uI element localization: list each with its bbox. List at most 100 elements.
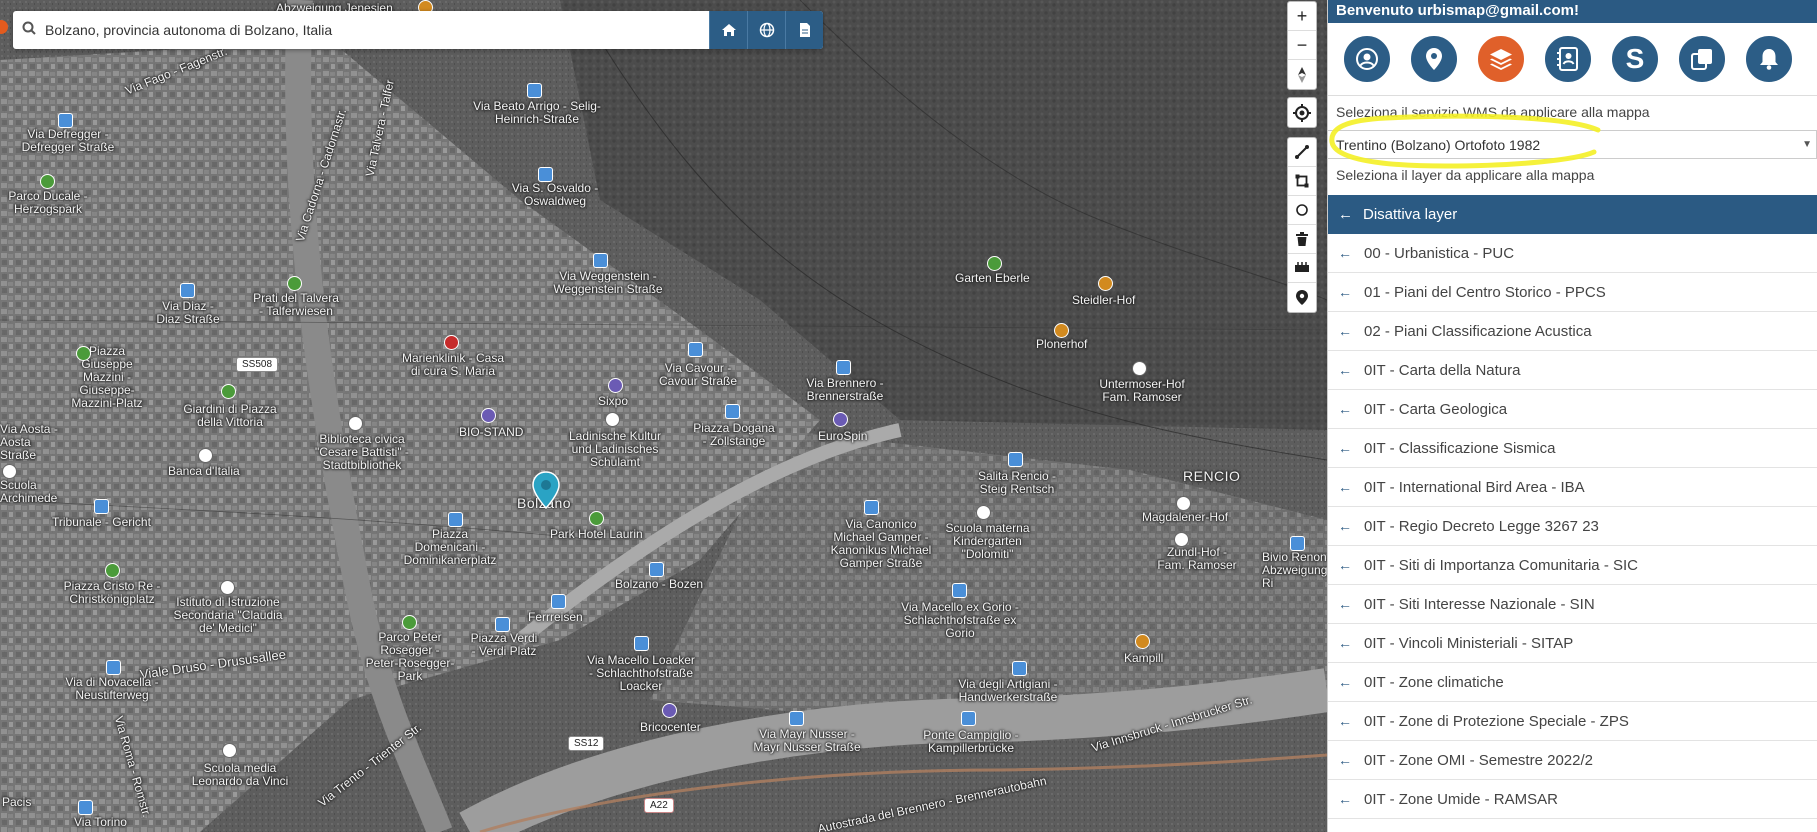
bus-stop-icon[interactable] xyxy=(725,404,740,419)
bank-icon[interactable] xyxy=(198,448,213,463)
layers-button[interactable] xyxy=(1476,34,1526,84)
shop-icon[interactable] xyxy=(608,378,623,393)
copy-button[interactable] xyxy=(1677,34,1727,84)
bus-stop-icon[interactable] xyxy=(961,711,976,726)
bus-stop-icon[interactable] xyxy=(634,636,649,651)
park-icon[interactable] xyxy=(76,346,91,361)
shop-icon[interactable] xyxy=(833,412,848,427)
garden-icon[interactable] xyxy=(987,256,1002,271)
culture-icon[interactable] xyxy=(605,412,620,427)
globe-button[interactable] xyxy=(747,11,785,49)
school-icon[interactable] xyxy=(976,505,991,520)
library-icon[interactable] xyxy=(348,416,363,431)
school-icon[interactable] xyxy=(2,464,17,479)
draw-polygon-button[interactable] xyxy=(1288,167,1316,196)
geolocate-control xyxy=(1287,97,1317,128)
layer-item[interactable]: ← 0IT - Classificazione Sismica xyxy=(1328,429,1817,468)
farm-icon[interactable] xyxy=(1176,496,1191,511)
search-input[interactable] xyxy=(45,11,709,49)
bus-stop-icon[interactable] xyxy=(551,594,566,609)
park-icon[interactable] xyxy=(105,563,120,578)
arrow-left-icon: ← xyxy=(1338,674,1352,690)
bus-stop-icon[interactable] xyxy=(495,617,510,632)
park-icon[interactable] xyxy=(221,384,236,399)
school-icon[interactable] xyxy=(222,743,237,758)
layer-item[interactable]: ← 0IT - Siti di Importanza Comunitaria - … xyxy=(1328,546,1817,585)
zoom-out-button[interactable]: − xyxy=(1288,31,1316,60)
document-button[interactable] xyxy=(785,11,823,49)
pricing-button[interactable]: S xyxy=(1610,34,1660,84)
shop-icon[interactable] xyxy=(481,408,496,423)
layer-item[interactable]: ← 02 - Piani Classificazione Acustica xyxy=(1328,312,1817,351)
hotel-icon[interactable] xyxy=(589,511,604,526)
bus-stop-icon[interactable] xyxy=(836,360,851,375)
bus-stop-icon[interactable] xyxy=(78,800,93,815)
map-canvas[interactable]: Abzweigung Jenesien Via Fago - Fagenstr.… xyxy=(0,0,1327,832)
bus-stop-icon[interactable] xyxy=(448,512,463,527)
bus-stop-icon[interactable] xyxy=(864,500,879,515)
park-icon[interactable] xyxy=(287,276,302,291)
park-icon[interactable] xyxy=(40,174,55,189)
location-marker-icon[interactable] xyxy=(531,470,561,510)
layer-item[interactable]: ← 0IT - Carta della Natura xyxy=(1328,351,1817,390)
layer-item[interactable]: ← 0IT - Carta Geologica xyxy=(1328,390,1817,429)
notifications-button[interactable] xyxy=(1744,34,1794,84)
shop-icon[interactable] xyxy=(662,703,677,718)
bus-stop-icon[interactable] xyxy=(538,167,553,182)
bus-stop-icon[interactable] xyxy=(688,342,703,357)
wms-service-select[interactable]: Trentino (Bolzano) Ortofoto 1982 ▼ xyxy=(1328,130,1817,159)
side-panel: Benvenuto urbismap@gmail.com! S Selezion… xyxy=(1327,0,1817,832)
dollar-s-icon: S xyxy=(1625,43,1645,74)
bus-stop-icon[interactable] xyxy=(1012,661,1027,676)
delete-button[interactable] xyxy=(1288,225,1316,254)
restaurant-icon[interactable] xyxy=(1098,276,1113,291)
layer-item[interactable]: ← 0IT - Zone Umide - RAMSAR xyxy=(1328,780,1817,819)
farm-icon[interactable] xyxy=(1174,532,1189,547)
layer-item[interactable]: ← 0IT - Vincoli Ministeriali - SITAP xyxy=(1328,624,1817,663)
layer-item[interactable]: ← 0IT - Regio Decreto Legge 3267 23 xyxy=(1328,507,1817,546)
layer-item[interactable]: ← 0IT - Zone di Protezione Speciale - ZPS xyxy=(1328,702,1817,741)
park-icon[interactable] xyxy=(402,615,417,630)
bus-stop-icon[interactable] xyxy=(1290,536,1305,551)
map-label: EuroSpin xyxy=(818,429,868,443)
geolocate-button[interactable] xyxy=(1288,98,1316,127)
search-bar[interactable] xyxy=(13,11,823,49)
bus-stop-icon[interactable] xyxy=(593,253,608,268)
bus-stop-icon[interactable] xyxy=(649,562,664,577)
bus-stop-icon[interactable] xyxy=(180,283,195,298)
bus-stop-icon[interactable] xyxy=(58,113,73,128)
home-button[interactable] xyxy=(709,11,747,49)
layer-item[interactable]: ← 0IT - International Bird Area - IBA xyxy=(1328,468,1817,507)
ruler-button[interactable] xyxy=(1288,254,1316,283)
layer-item[interactable]: ← 0IT - Siti Interesse Nazionale - SIN xyxy=(1328,585,1817,624)
school-icon[interactable] xyxy=(220,580,235,595)
contacts-button[interactable] xyxy=(1543,34,1593,84)
layer-hint: Seleziona il layer da applicare alla map… xyxy=(1336,167,1595,183)
map-label: Park Hotel Laurin xyxy=(550,527,643,541)
bus-stop-icon[interactable] xyxy=(1008,452,1023,467)
bus-stop-icon[interactable] xyxy=(952,583,967,598)
marker-button[interactable] xyxy=(1288,283,1316,312)
restaurant-icon[interactable] xyxy=(1135,634,1150,649)
places-button[interactable] xyxy=(1409,34,1459,84)
bus-stop-icon[interactable] xyxy=(94,499,109,514)
zoom-in-button[interactable]: + xyxy=(1288,2,1316,31)
layer-item[interactable]: ← 01 - Piani del Centro Storico - PPCS xyxy=(1328,273,1817,312)
farm-icon[interactable] xyxy=(1054,323,1069,338)
bus-stop-icon[interactable] xyxy=(106,660,121,675)
profile-button[interactable] xyxy=(1342,34,1392,84)
line-icon xyxy=(1295,145,1309,159)
hospital-icon[interactable] xyxy=(444,335,459,350)
layer-item[interactable]: ← 0IT - Zone climatiche xyxy=(1328,663,1817,702)
farm-icon[interactable] xyxy=(1132,361,1147,376)
bus-stop-icon[interactable] xyxy=(527,83,542,98)
draw-line-button[interactable] xyxy=(1288,138,1316,167)
layer-item[interactable]: ← 0IT - Zone OMI - Semestre 2022/2 xyxy=(1328,741,1817,780)
layer-item[interactable]: ← 00 - Urbanistica - PUC xyxy=(1328,234,1817,273)
draw-circle-button[interactable] xyxy=(1288,196,1316,225)
map-label: Scuola media Leonardo da Vinci xyxy=(191,761,289,788)
map-label: Scuola Archimede xyxy=(0,478,58,505)
compass-button[interactable] xyxy=(1288,60,1316,89)
deactivate-layer-button[interactable]: ← Disattiva layer xyxy=(1328,195,1817,234)
bus-stop-icon[interactable] xyxy=(789,711,804,726)
